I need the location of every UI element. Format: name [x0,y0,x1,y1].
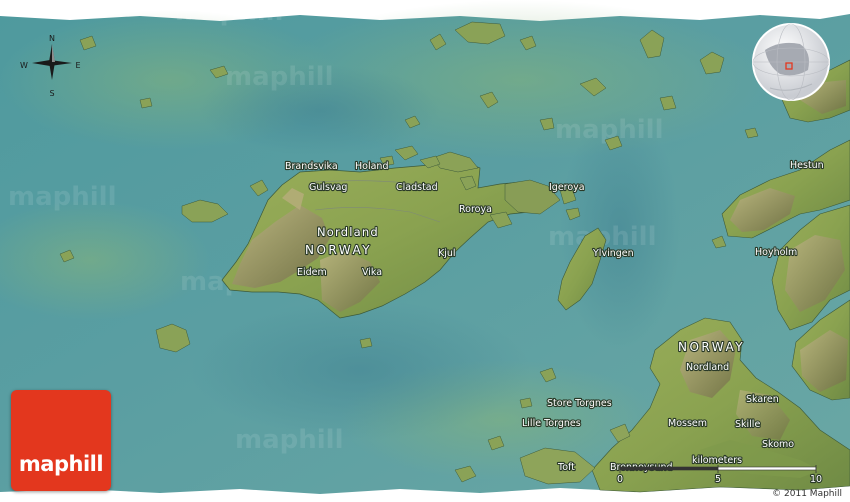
place-store-torgnes: Store Torgnes [547,398,612,409]
maphill-logo[interactable]: maphill [11,390,111,491]
watermark: maphill [175,0,284,27]
place-holand: Holand [355,161,388,172]
place-igeroya: Igeroya [549,182,585,193]
scale-tick-10: 10 [810,474,822,485]
watermark: maphill [235,425,344,455]
place-eidem: Eidem [297,267,327,278]
region-label-se: Nordland [686,362,729,373]
copyright-text: © 2011 Maphill [772,489,842,499]
watermark: maphill [225,62,334,92]
place-kjul: Kjul [438,248,456,259]
country-label: NORWAY [305,243,372,257]
place-gulsvag: Gulsvag [309,182,347,193]
scale-tick-0: 0 [617,474,623,485]
scale-unit: kilometers [692,455,742,466]
country-label-se: NORWAY [678,340,745,354]
compass-e: E [75,61,80,70]
place-hoyholm: Hoyholm [755,247,797,258]
place-skille: Skille [735,419,760,430]
place-hestun: Hestun [790,160,824,171]
place-toft: Toft [557,462,575,473]
watermark: maphill [8,182,117,212]
place-skomo: Skomo [762,439,794,450]
compass-s: S [49,89,54,98]
deep-water [190,300,530,440]
logo-text: maphill [18,452,104,476]
place-lille-torgnes: Lille Torgnes [522,418,581,429]
satellite-map[interactable]: maphill maphill maphill maphill maphill … [0,0,850,502]
place-cladstad: Cladstad [396,182,438,193]
compass-n: N [49,34,55,43]
place-roroya: Roroya [459,204,492,215]
locator-globe[interactable] [752,23,830,101]
place-vika: Vika [362,267,382,278]
place-brandsvika: Brandsvika [285,161,338,172]
place-mossem: Mossem [668,418,707,429]
scale-tick-5: 5 [715,474,721,485]
place-skaren: Skaren [746,394,779,405]
compass-w: W [20,61,28,70]
region-label: Nordland [317,225,379,239]
place-ylvingen: Ylvingen [592,248,634,259]
